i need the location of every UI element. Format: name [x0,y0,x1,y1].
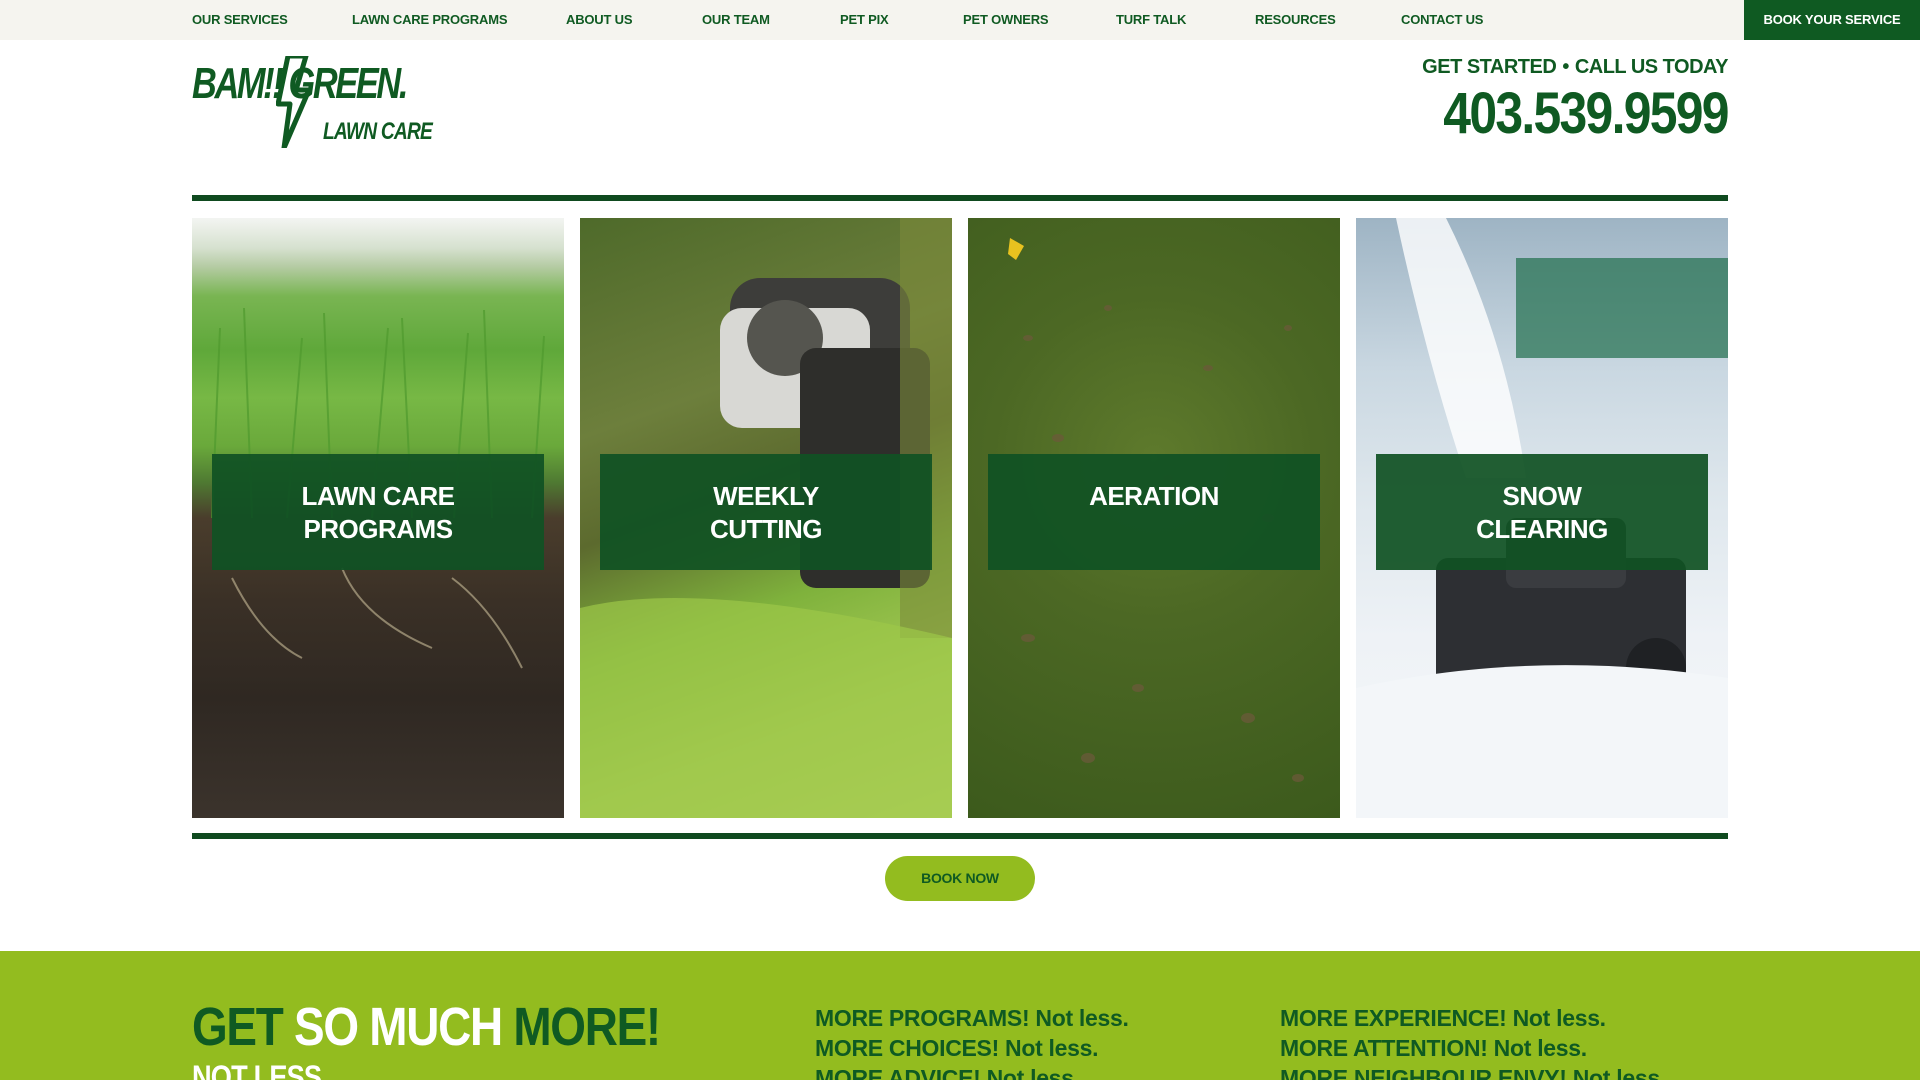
promo-list-2: MORE EXPERIENCE! Not less. MORE ATTENTIO… [1280,1003,1666,1080]
list-item-strong: MORE PROGRAMS! [815,1005,1030,1031]
tile-label-box: LAWN CARE PROGRAMS [212,454,544,570]
list-item-strong: MORE CHOICES! [815,1035,999,1061]
list-item-strong: MORE EXPERIENCE! [1280,1005,1507,1031]
list-item-weak: Not less. [1566,1065,1666,1080]
nav-resources[interactable]: RESOURCES [1255,0,1336,40]
logo-subtitle: LAWN CARE [323,118,433,145]
nav-our-team[interactable]: OUR TEAM [702,0,770,40]
divider-top [192,195,1728,201]
tile-label: WEEKLY CUTTING [709,481,823,544]
promo-subhead: NOT LESS. [192,1059,329,1080]
list-item-weak: Not less. [1506,1005,1606,1031]
tile-label-box: AERATION [988,454,1320,570]
lightning-bolt-icon [276,56,312,148]
nav-contact-us[interactable]: CONTACT US [1401,0,1483,40]
nav-our-services[interactable]: OUR SERVICES [192,0,288,40]
list-item: MORE PROGRAMS! Not less. [815,1003,1129,1033]
call-us-text: CALL US TODAY [1574,56,1729,78]
headline-part-2: SO MUCH [294,997,514,1057]
list-item-strong: MORE ADVICE! [815,1065,981,1080]
header-contact: GET STARTED • CALL US TODAY 403.539.9599 [1397,56,1730,143]
nav-about-us[interactable]: ABOUT US [566,0,632,40]
list-item: MORE ATTENTION! Not less. [1280,1033,1666,1063]
headline-part-3: MORE! [513,997,661,1057]
list-item: MORE EXPERIENCE! Not less. [1280,1003,1666,1033]
list-item-strong: MORE NEIGHBOUR ENVY! [1280,1065,1567,1080]
tile-snow-clearing[interactable]: SNOW CLEARING [1356,218,1728,818]
tile-label: AERATION [1089,481,1219,511]
nav-pet-pix[interactable]: PET PIX [840,0,889,40]
list-item-weak: Not less. [1029,1005,1129,1031]
main-navigation: OUR SERVICES LAWN CARE PROGRAMS ABOUT US… [192,0,1920,40]
list-item: MORE CHOICES! Not less. [815,1033,1129,1063]
contact-prompt: GET STARTED • CALL US TODAY [1397,56,1728,79]
promo-band: GET SO MUCH MORE! NOT LESS. MORE PROGRAM… [0,951,1920,1080]
book-your-service-button[interactable]: BOOK YOUR SERVICE [1744,0,1920,40]
tile-label-box: WEEKLY CUTTING [600,454,932,570]
get-started-text: GET STARTED [1422,56,1557,78]
tile-label: LAWN CARE PROGRAMS [301,481,455,544]
list-item-weak: Not less. [980,1065,1080,1080]
list-item-weak: Not less. [998,1035,1099,1061]
list-item-weak: Not less. [1487,1035,1587,1061]
divider-bottom [192,833,1728,839]
tile-lawn-care-programs[interactable]: LAWN CARE PROGRAMS [192,218,564,818]
book-now-button[interactable]: BOOK NOW [885,856,1035,901]
separator-dot: • [1562,56,1569,78]
nav-lawn-care-programs[interactable]: LAWN CARE PROGRAMS [352,0,507,40]
tile-aeration[interactable]: AERATION [968,218,1340,818]
nav-turf-talk[interactable]: TURF TALK [1116,0,1186,40]
list-item: MORE ADVICE! Not less. [815,1063,1129,1080]
tile-label: SNOW CLEARING [1476,481,1608,544]
headline-part-1: GET [192,997,295,1057]
top-bar: OUR SERVICES LAWN CARE PROGRAMS ABOUT US… [0,0,1920,40]
promo-list-1: MORE PROGRAMS! Not less. MORE CHOICES! N… [815,1003,1129,1080]
tile-label-box: SNOW CLEARING [1376,454,1708,570]
phone-number-link[interactable]: 403.539.9599 [1444,85,1730,143]
nav-pet-owners[interactable]: PET OWNERS [963,0,1049,40]
promo-headline: GET SO MUCH MORE! [192,997,661,1057]
list-item: MORE NEIGHBOUR ENVY! Not less. [1280,1063,1666,1080]
company-logo[interactable]: BAM!! GREEN. LAWN CARE [192,56,433,150]
tile-weekly-cutting[interactable]: WEEKLY CUTTING [580,218,952,818]
list-item-strong: MORE ATTENTION! [1280,1035,1488,1061]
